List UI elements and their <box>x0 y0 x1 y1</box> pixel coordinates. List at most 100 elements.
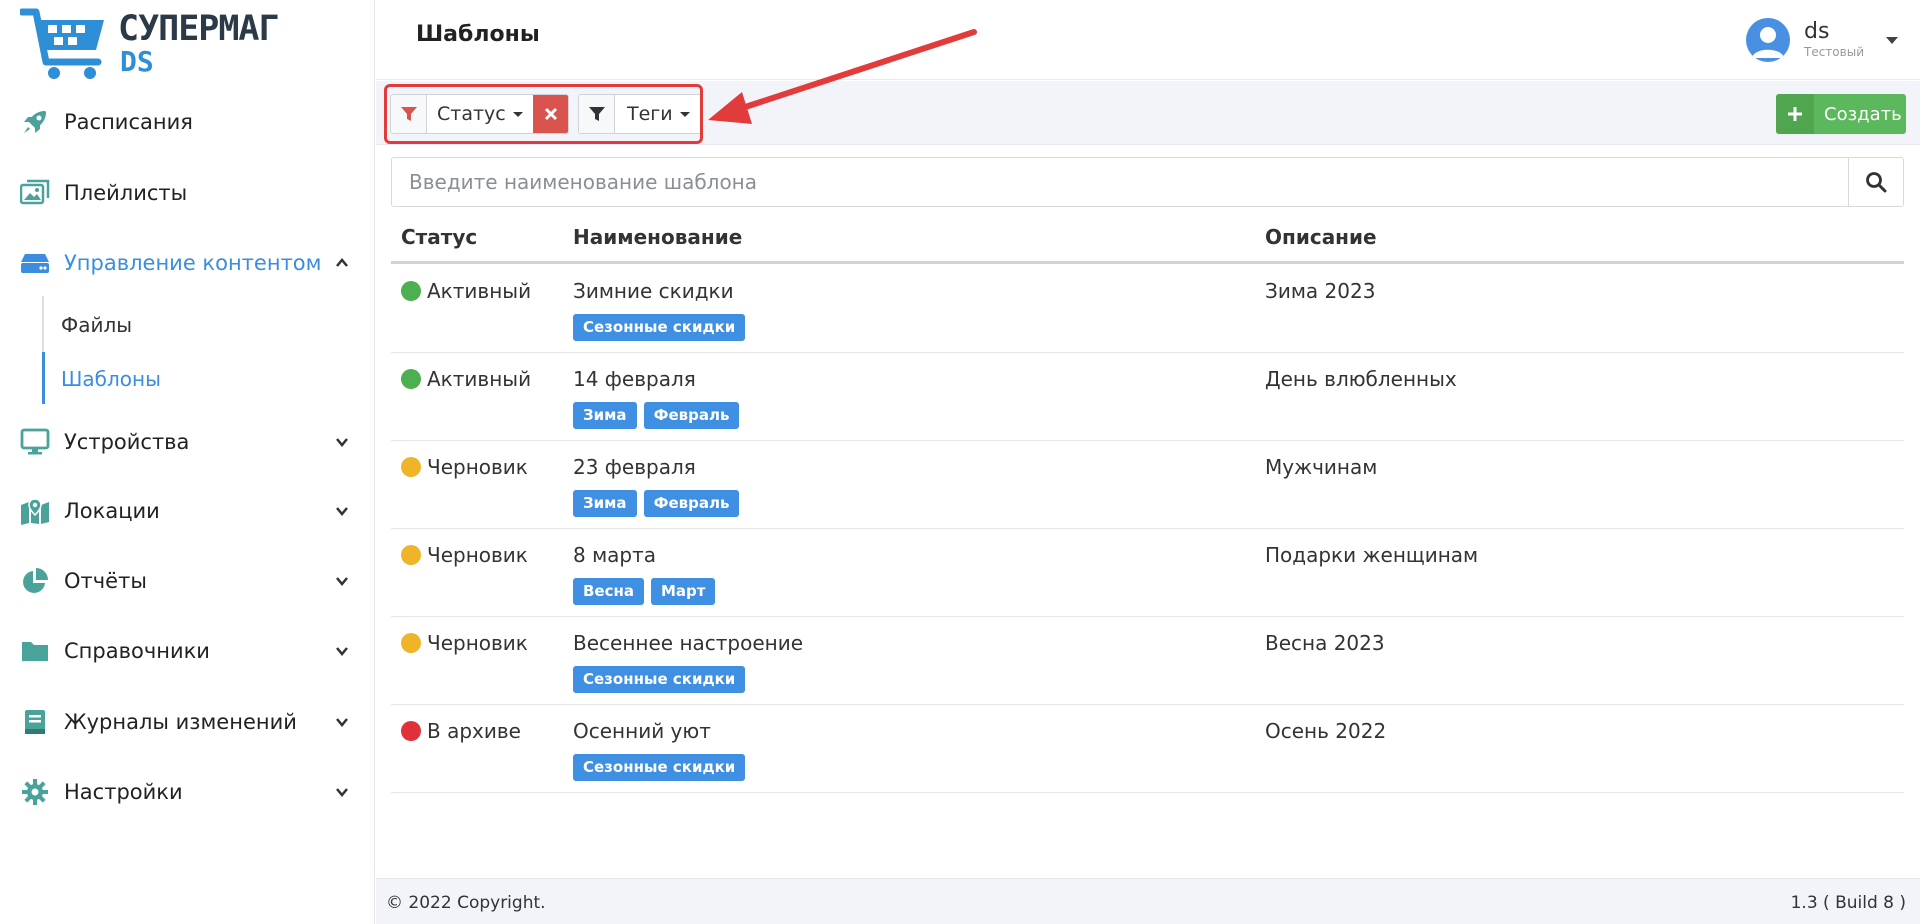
chevron-down-icon[interactable] <box>335 715 349 729</box>
tag-list: Зима Февраль <box>573 490 746 517</box>
search-button[interactable] <box>1848 158 1903 206</box>
submenu-active-indicator <box>42 352 45 404</box>
tag-list: Сезонные скидки <box>573 666 752 693</box>
template-description: День влюбленных <box>1265 367 1457 391</box>
chevron-down-icon[interactable] <box>335 435 349 449</box>
template-name[interactable]: 23 февраля <box>573 455 696 479</box>
sidebar: СУПЕРМАГ DS Расписания Плейлисты Управле… <box>0 0 375 924</box>
sidebar-item-label: Локации <box>64 499 160 523</box>
status-dot-icon <box>401 633 421 653</box>
tag-badge: Февраль <box>643 402 740 429</box>
tag-list: Зима Февраль <box>573 402 746 429</box>
tag-badge: Сезонные скидки <box>573 666 746 693</box>
template-name[interactable]: 14 февраля <box>573 367 696 391</box>
map-marker-icon <box>20 496 50 526</box>
chevron-down-icon[interactable] <box>335 574 349 588</box>
images-icon <box>20 178 50 208</box>
column-header-status[interactable]: Статус <box>401 225 477 249</box>
create-button[interactable]: Создать <box>1776 94 1906 134</box>
chevron-up-icon[interactable] <box>335 256 349 270</box>
table-row[interactable]: Активный 14 февраля Зима Февраль День влюбле… <box>391 353 1904 441</box>
status-text: Черновик <box>427 543 528 567</box>
logo-title: СУПЕРМАГ <box>118 9 280 49</box>
sidebar-item-devices[interactable]: Устройства <box>0 417 375 467</box>
sidebar-item-label: Отчёты <box>64 569 147 593</box>
status-dot-icon <box>401 369 421 389</box>
status-dot-icon <box>401 721 421 741</box>
create-button-label: Создать <box>1824 103 1902 125</box>
status-dot-icon <box>401 281 421 301</box>
build-version: 1.3 ( Build 8 ) <box>1790 893 1906 913</box>
pie-chart-icon <box>20 566 50 596</box>
sidebar-item-content-management[interactable]: Управление контентом <box>0 238 375 288</box>
table-row[interactable]: Черновик Весеннее настроение Сезонные скид… <box>391 617 1904 705</box>
status-cell: Черновик <box>401 455 528 479</box>
table-row[interactable]: Черновик 23 февраля Зима Февраль Мужчинам <box>391 441 1904 529</box>
tag-badge: Март <box>650 578 716 605</box>
status-text: В архиве <box>427 719 521 743</box>
hdd-icon <box>20 248 50 278</box>
chevron-down-icon[interactable] <box>335 785 349 799</box>
table-header: Статус Наименование Описание <box>391 217 1904 264</box>
header: Шаблоны ds Тестовый <box>376 0 1920 80</box>
plus-icon <box>1776 94 1814 134</box>
template-description: Осень 2022 <box>1265 719 1387 743</box>
sidebar-subitem-files[interactable]: Файлы <box>61 313 132 337</box>
template-description: Весна 2023 <box>1265 631 1385 655</box>
search-bar <box>391 157 1904 207</box>
sidebar-item-reports[interactable]: Отчёты <box>0 556 375 606</box>
template-name[interactable]: Зимние скидки <box>573 279 734 303</box>
sidebar-item-locations[interactable]: Локации <box>0 486 375 536</box>
status-dot-icon <box>401 457 421 477</box>
sidebar-item-references[interactable]: Справочники <box>0 626 375 676</box>
status-cell: Черновик <box>401 543 528 567</box>
user-icon <box>1752 27 1784 58</box>
sidebar-item-playlists[interactable]: Плейлисты <box>0 168 375 218</box>
search-input[interactable] <box>392 158 1848 206</box>
caret-down-icon <box>1886 36 1898 44</box>
tag-list: Сезонные скидки <box>573 314 752 341</box>
sidebar-subitem-templates[interactable]: Шаблоны <box>61 367 161 391</box>
column-header-name[interactable]: Наименование <box>573 225 742 249</box>
status-cell: Активный <box>401 279 531 303</box>
tag-badge: Февраль <box>643 490 740 517</box>
template-name[interactable]: 8 марта <box>573 543 656 567</box>
sidebar-item-label: Настройки <box>64 780 183 804</box>
rocket-icon <box>20 107 50 137</box>
chevron-down-icon[interactable] <box>335 504 349 518</box>
sidebar-item-label: Устройства <box>64 430 190 454</box>
tag-badge: Весна <box>573 578 644 605</box>
highlight-box <box>384 84 703 144</box>
user-name: ds <box>1804 19 1830 44</box>
column-header-description[interactable]: Описание <box>1265 225 1377 249</box>
user-menu[interactable]: ds Тестовый <box>1746 14 1898 66</box>
tag-badge: Сезонные скидки <box>573 754 746 781</box>
sidebar-item-schedules[interactable]: Расписания <box>0 97 375 147</box>
logo[interactable]: СУПЕРМАГ DS <box>20 6 280 82</box>
cart-logo-icon <box>20 8 104 79</box>
search-icon <box>1866 172 1887 193</box>
template-name[interactable]: Осенний уют <box>573 719 711 743</box>
sidebar-item-label: Плейлисты <box>64 181 188 205</box>
book-icon <box>20 707 50 737</box>
sidebar-item-label: Управление контентом <box>64 251 322 275</box>
chevron-down-icon[interactable] <box>335 644 349 658</box>
status-text: Черновик <box>427 455 528 479</box>
copyright: © 2022 Copyright. <box>386 893 546 913</box>
status-text: Активный <box>427 367 532 391</box>
template-description: Мужчинам <box>1265 455 1378 479</box>
template-name[interactable]: Весеннее настроение <box>573 631 803 655</box>
table-row[interactable]: В архиве Осенний уют Сезонные скидки Осень … <box>391 705 1904 793</box>
status-cell: Черновик <box>401 631 528 655</box>
sidebar-item-changelogs[interactable]: Журналы изменений <box>0 697 375 747</box>
template-description: Подарки женщинам <box>1265 543 1479 567</box>
table-row[interactable]: Активный Зимние скидки Сезонные скидки Зима… <box>391 265 1904 353</box>
sidebar-item-label: Расписания <box>64 110 193 134</box>
table-row[interactable]: Черновик 8 марта Весна Март Подарки женщинам <box>391 529 1904 617</box>
sidebar-item-settings[interactable]: Настройки <box>0 767 375 817</box>
user-role: Тестовый <box>1804 45 1864 59</box>
gear-icon <box>20 777 50 807</box>
tag-list: Весна Март <box>573 578 722 605</box>
tag-badge: Зима <box>573 490 637 517</box>
tag-list: Сезонные скидки <box>573 754 752 781</box>
